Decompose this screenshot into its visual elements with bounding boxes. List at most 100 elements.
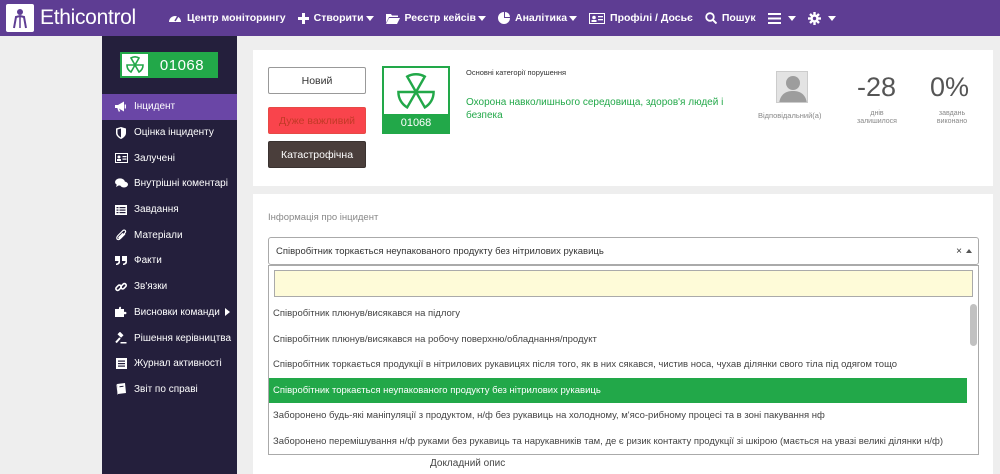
id-card-icon (589, 12, 606, 24)
nav-label: Центр моніторингу (187, 12, 286, 24)
radiation-icon (122, 54, 148, 76)
sidebar-item-materials[interactable]: Матеріали (102, 222, 237, 248)
case-number: 01068 (384, 114, 448, 132)
sidebar-item-label: Внутрішні коментарі (134, 178, 228, 190)
dropdown-option[interactable]: Співробітник торкається продукції в нітр… (269, 352, 967, 378)
sidebar-item-label: Матеріали (134, 229, 183, 241)
nav-label: Аналітика (515, 12, 568, 24)
dropdown-option[interactable]: Співробітник плюнув/висякався на робочу … (269, 327, 967, 353)
incident-type-dropdown: Співробітник плюнув/висякався на підлогу… (268, 265, 979, 455)
status-new-button[interactable]: Новий (268, 67, 366, 94)
sidebar-item-label: Інцидент (134, 101, 176, 113)
top-navbar: Ethicontrol Центр моніторингу Створити Р… (0, 0, 1000, 36)
sidebar-item-activity-log[interactable]: Журнал активності (102, 351, 237, 377)
quote-icon (114, 255, 128, 267)
section-title: Інформація про інцидент (268, 212, 379, 223)
tasks-icon (114, 204, 128, 216)
list-icon (114, 358, 128, 370)
sidebar-item-team-conclusions[interactable]: Висновки команди (102, 300, 237, 326)
nav-create[interactable]: Створити (297, 12, 374, 24)
nav-profiles[interactable]: Профілі / Досьє (589, 12, 693, 24)
sidebar-item-label: Журнал активності (134, 358, 222, 370)
tasks-done-label: завдань виконано (936, 110, 968, 125)
paperclip-icon (114, 229, 128, 241)
sidebar-item-facts[interactable]: Факти (102, 248, 237, 274)
nav-monitoring-center[interactable]: Центр моніторингу (168, 12, 286, 24)
nav-label: Профілі / Досьє (610, 12, 693, 24)
nav-menu[interactable] (767, 12, 796, 24)
dropdown-option[interactable]: Заборонено будь-які маніпуляції з продук… (269, 403, 967, 429)
chevron-down-icon (827, 15, 836, 21)
responsible-label: Відповідальний(а) (758, 111, 822, 120)
dropdown-scrollbar[interactable] (970, 302, 977, 454)
puzzle-icon (114, 306, 128, 318)
nav-case-registry[interactable]: Реєстр кейсів (385, 12, 486, 24)
pie-chart-icon (498, 12, 510, 24)
case-summary-panel: Новий Дуже важливий Катастрофічна 01068 … (253, 50, 993, 186)
tasks-done-value: 0% (930, 72, 970, 102)
gavel-icon (114, 332, 128, 344)
clear-icon[interactable]: × (956, 246, 962, 257)
comments-icon (114, 178, 128, 190)
dropdown-search-input[interactable] (274, 270, 973, 297)
sidebar-item-case-report[interactable]: Звіт по справі (102, 377, 237, 403)
id-card-icon (114, 152, 128, 164)
shield-icon (114, 126, 128, 139)
scrollbar-thumb[interactable] (970, 304, 977, 346)
logo-icon (6, 4, 34, 32)
sidebar-item-management-decisions[interactable]: Рішення керівництва (102, 325, 237, 351)
logo-text: Ethicontrol (40, 6, 136, 29)
sidebar-item-internal-comments[interactable]: Внутрішні коментарі (102, 171, 237, 197)
chevron-right-icon (224, 308, 230, 317)
days-left-label: днів залишилося (857, 110, 897, 125)
dropdown-options: Співробітник плюнув/висякався на підлогу… (269, 301, 967, 450)
sidebar-item-label: Залучені (134, 152, 175, 164)
gear-icon (807, 11, 821, 25)
sidebar-item-connections[interactable]: Зв'язки (102, 274, 237, 300)
nav-analytics[interactable]: Аналітика (498, 12, 578, 24)
chevron-up-icon[interactable] (966, 249, 972, 253)
sidebar-item-incident-assessment[interactable]: Оцінка інциденту (102, 120, 237, 146)
sidebar-item-label: Звіт по справі (134, 383, 198, 395)
chevron-down-icon (787, 15, 796, 21)
nav-label: Реєстр кейсів (404, 12, 476, 24)
main-nav: Центр моніторингу Створити Реєстр кейсів… (168, 0, 848, 36)
dropdown-option-selected[interactable]: Співробітник торкається неупакованого пр… (269, 377, 967, 403)
dropdown-option[interactable]: Співробітник плюнув/висякався на підлогу (269, 301, 967, 327)
sidebar-menu: Інцидент Оцінка інциденту Залучені Внутр… (102, 94, 237, 402)
chevron-down-icon (569, 15, 578, 21)
avatar[interactable] (776, 71, 808, 103)
search-icon (705, 12, 717, 24)
nav-label: Пошук (721, 12, 756, 24)
sidebar-item-incident[interactable]: Інцидент (102, 94, 237, 120)
case-number-card: 01068 (382, 66, 450, 134)
sidebar-item-involved[interactable]: Залучені (102, 145, 237, 171)
case-number-badge: 01068 (120, 52, 218, 78)
megaphone-icon (114, 101, 128, 113)
sidebar-item-label: Зв'язки (134, 281, 168, 293)
severity-catastrophic-button[interactable]: Катастрофічна (268, 141, 366, 168)
detailed-description-label: Докладний опис (430, 458, 506, 469)
incident-type-select[interactable]: Співробітник торкається неупакованого пр… (268, 237, 979, 265)
sidebar-item-label: Оцінка інциденту (134, 127, 214, 139)
priority-very-important-button[interactable]: Дуже важливий (268, 107, 366, 134)
radiation-icon (384, 68, 448, 116)
selected-value: Співробітник торкається неупакованого пр… (276, 245, 604, 257)
dashboard-icon (169, 15, 181, 22)
sidebar-item-label: Факти (134, 255, 162, 267)
logo[interactable]: Ethicontrol (0, 0, 168, 36)
nav-settings[interactable] (807, 11, 836, 25)
plus-icon (297, 12, 309, 24)
dropdown-option[interactable]: Заборонено перемішування н/ф руками без … (269, 429, 967, 450)
days-left-value: -28 (857, 72, 897, 102)
nav-search[interactable]: Пошук (705, 12, 756, 24)
categories-title: Основні категорії порушення (466, 68, 567, 77)
incident-info-panel: Інформація про інцидент Співробітник тор… (253, 194, 993, 474)
chevron-down-icon (365, 15, 374, 21)
violation-category[interactable]: Охорона навколишнього середовища, здоров… (466, 96, 756, 122)
sidebar-item-tasks[interactable]: Завдання (102, 197, 237, 223)
sidebar: 01068 Інцидент Оцінка інциденту Залучені… (102, 36, 237, 474)
sidebar-item-label: Рішення керівництва (134, 332, 232, 344)
book-icon (114, 383, 128, 396)
folder-icon (385, 13, 400, 24)
